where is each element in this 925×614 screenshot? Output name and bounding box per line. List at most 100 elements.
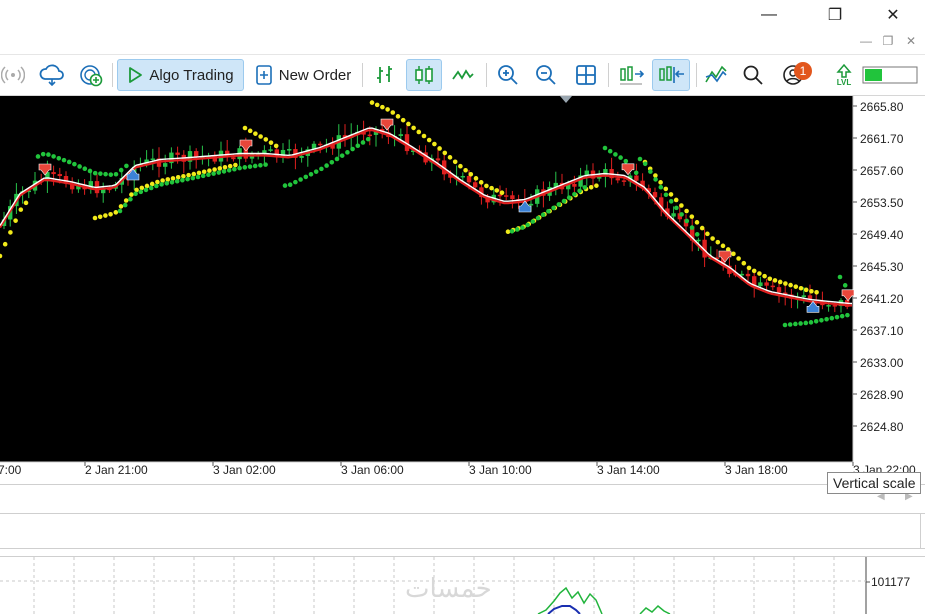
- psar-dot: [509, 229, 515, 234]
- chart-autoscroll-button[interactable]: [614, 59, 648, 91]
- psar-dot: [777, 279, 783, 285]
- psar-dot: [23, 200, 29, 206]
- psar-dot: [287, 182, 293, 188]
- child-minimize-button[interactable]: —: [857, 32, 875, 50]
- child-window-bar: — ❐ ✕: [0, 30, 925, 52]
- psar-dot: [648, 169, 653, 174]
- indicator-scale-label: 101177: [871, 575, 910, 589]
- zoom-in-button[interactable]: [492, 59, 524, 91]
- maximize-button[interactable]: ❐: [812, 0, 858, 30]
- candle-body: [473, 182, 478, 188]
- psar-dot: [642, 161, 648, 167]
- psar-dot: [207, 168, 212, 173]
- price-tick: 2653.50: [860, 196, 904, 210]
- search-button[interactable]: [738, 59, 768, 91]
- candlestick-button[interactable]: [406, 59, 442, 91]
- indicators-button[interactable]: [700, 59, 732, 91]
- psar-dot: [489, 185, 494, 191]
- psar-dot: [442, 150, 448, 156]
- psar-dot: [113, 171, 119, 177]
- psar-dot: [181, 173, 186, 179]
- price-chart[interactable]: 2665.80 2661.70 2657.60 2653.50 2649.40 …: [0, 96, 925, 484]
- psar-dot: [138, 189, 144, 195]
- psar-dot: [837, 274, 843, 280]
- child-restore-button[interactable]: ❐: [879, 32, 897, 50]
- psar-dot: [788, 282, 793, 288]
- psar-dot: [834, 314, 840, 320]
- indicators-icon: [705, 65, 727, 83]
- psar-dot: [715, 239, 721, 245]
- psar-dot: [108, 172, 114, 177]
- psar-dot: [242, 165, 248, 170]
- psar-dot: [736, 256, 741, 261]
- zoom-out-button[interactable]: [530, 59, 562, 91]
- psar-dot: [473, 176, 479, 181]
- child-restore-icon: ❐: [882, 34, 894, 48]
- psar-dot: [588, 184, 594, 190]
- new-order-label: New Order: [278, 66, 352, 84]
- psar-dot: [92, 215, 98, 221]
- psar-dot: [808, 320, 814, 325]
- price-tick: 2633.00: [860, 356, 904, 370]
- title-bar: — ❐ ✕: [0, 0, 925, 30]
- price-tick: 2628.90: [860, 388, 904, 402]
- psar-dot: [252, 163, 258, 169]
- psar-dot: [546, 209, 551, 214]
- psar-dot: [222, 164, 228, 170]
- new-order-button[interactable]: New Order: [250, 59, 356, 91]
- price-tick: 2649.40: [860, 228, 904, 242]
- cloud-button[interactable]: [36, 59, 68, 91]
- level-button[interactable]: LVL: [828, 59, 860, 91]
- tile-windows-button[interactable]: [570, 59, 602, 91]
- psar-dot: [232, 166, 237, 172]
- line-chart-button[interactable]: [446, 59, 480, 91]
- price-tick: 2641.20: [860, 292, 904, 306]
- psar-dot: [308, 171, 314, 177]
- vps-button[interactable]: [76, 59, 106, 91]
- candle-body: [460, 175, 465, 178]
- close-button[interactable]: ✕: [870, 0, 916, 30]
- psar-dot: [345, 150, 350, 155]
- algo-trading-button[interactable]: Algo Trading: [117, 59, 244, 91]
- bar-chart-button[interactable]: [368, 59, 402, 91]
- minimize-button[interactable]: —: [746, 0, 792, 30]
- chart-shift-button[interactable]: [652, 59, 690, 91]
- candle-body: [510, 195, 515, 200]
- signal-icon: [1, 66, 25, 84]
- child-close-button[interactable]: ✕: [902, 32, 920, 50]
- psar-dot: [355, 143, 361, 149]
- psar-dot: [113, 210, 119, 215]
- algo-trading-label: Algo Trading: [149, 66, 234, 84]
- psar-dot: [623, 158, 629, 164]
- psar-dot: [97, 214, 103, 220]
- psar-dot: [221, 169, 227, 174]
- signal-button[interactable]: [0, 59, 26, 91]
- psar-dot: [540, 212, 546, 218]
- level-up-icon: [836, 63, 852, 78]
- candle-body: [287, 149, 292, 151]
- zoom-in-icon: [498, 65, 518, 85]
- psar-dot: [741, 260, 747, 266]
- candle-body: [466, 175, 472, 183]
- candle-body: [764, 282, 769, 286]
- psar-dot: [226, 168, 232, 173]
- candlestick-icon: [415, 66, 433, 84]
- psar-dot: [710, 236, 715, 241]
- psar-dot: [525, 222, 530, 228]
- time-tick: 3 Jan 18:00: [725, 463, 788, 477]
- psar-dot: [134, 187, 139, 193]
- psar-dot: [217, 166, 223, 171]
- connection-status[interactable]: [862, 59, 918, 91]
- psar-dot: [334, 156, 340, 162]
- candle-body: [231, 157, 236, 160]
- psar-dot: [195, 174, 201, 180]
- psar-dot: [798, 285, 804, 291]
- psar-dot: [731, 251, 736, 257]
- psar-dot: [572, 191, 577, 197]
- psar-dot: [212, 167, 217, 172]
- psar-dot: [61, 157, 67, 163]
- psar-dot: [607, 148, 613, 154]
- price-tick: 2637.10: [860, 324, 904, 338]
- psar-dot: [577, 188, 582, 194]
- psar-dot: [602, 145, 608, 151]
